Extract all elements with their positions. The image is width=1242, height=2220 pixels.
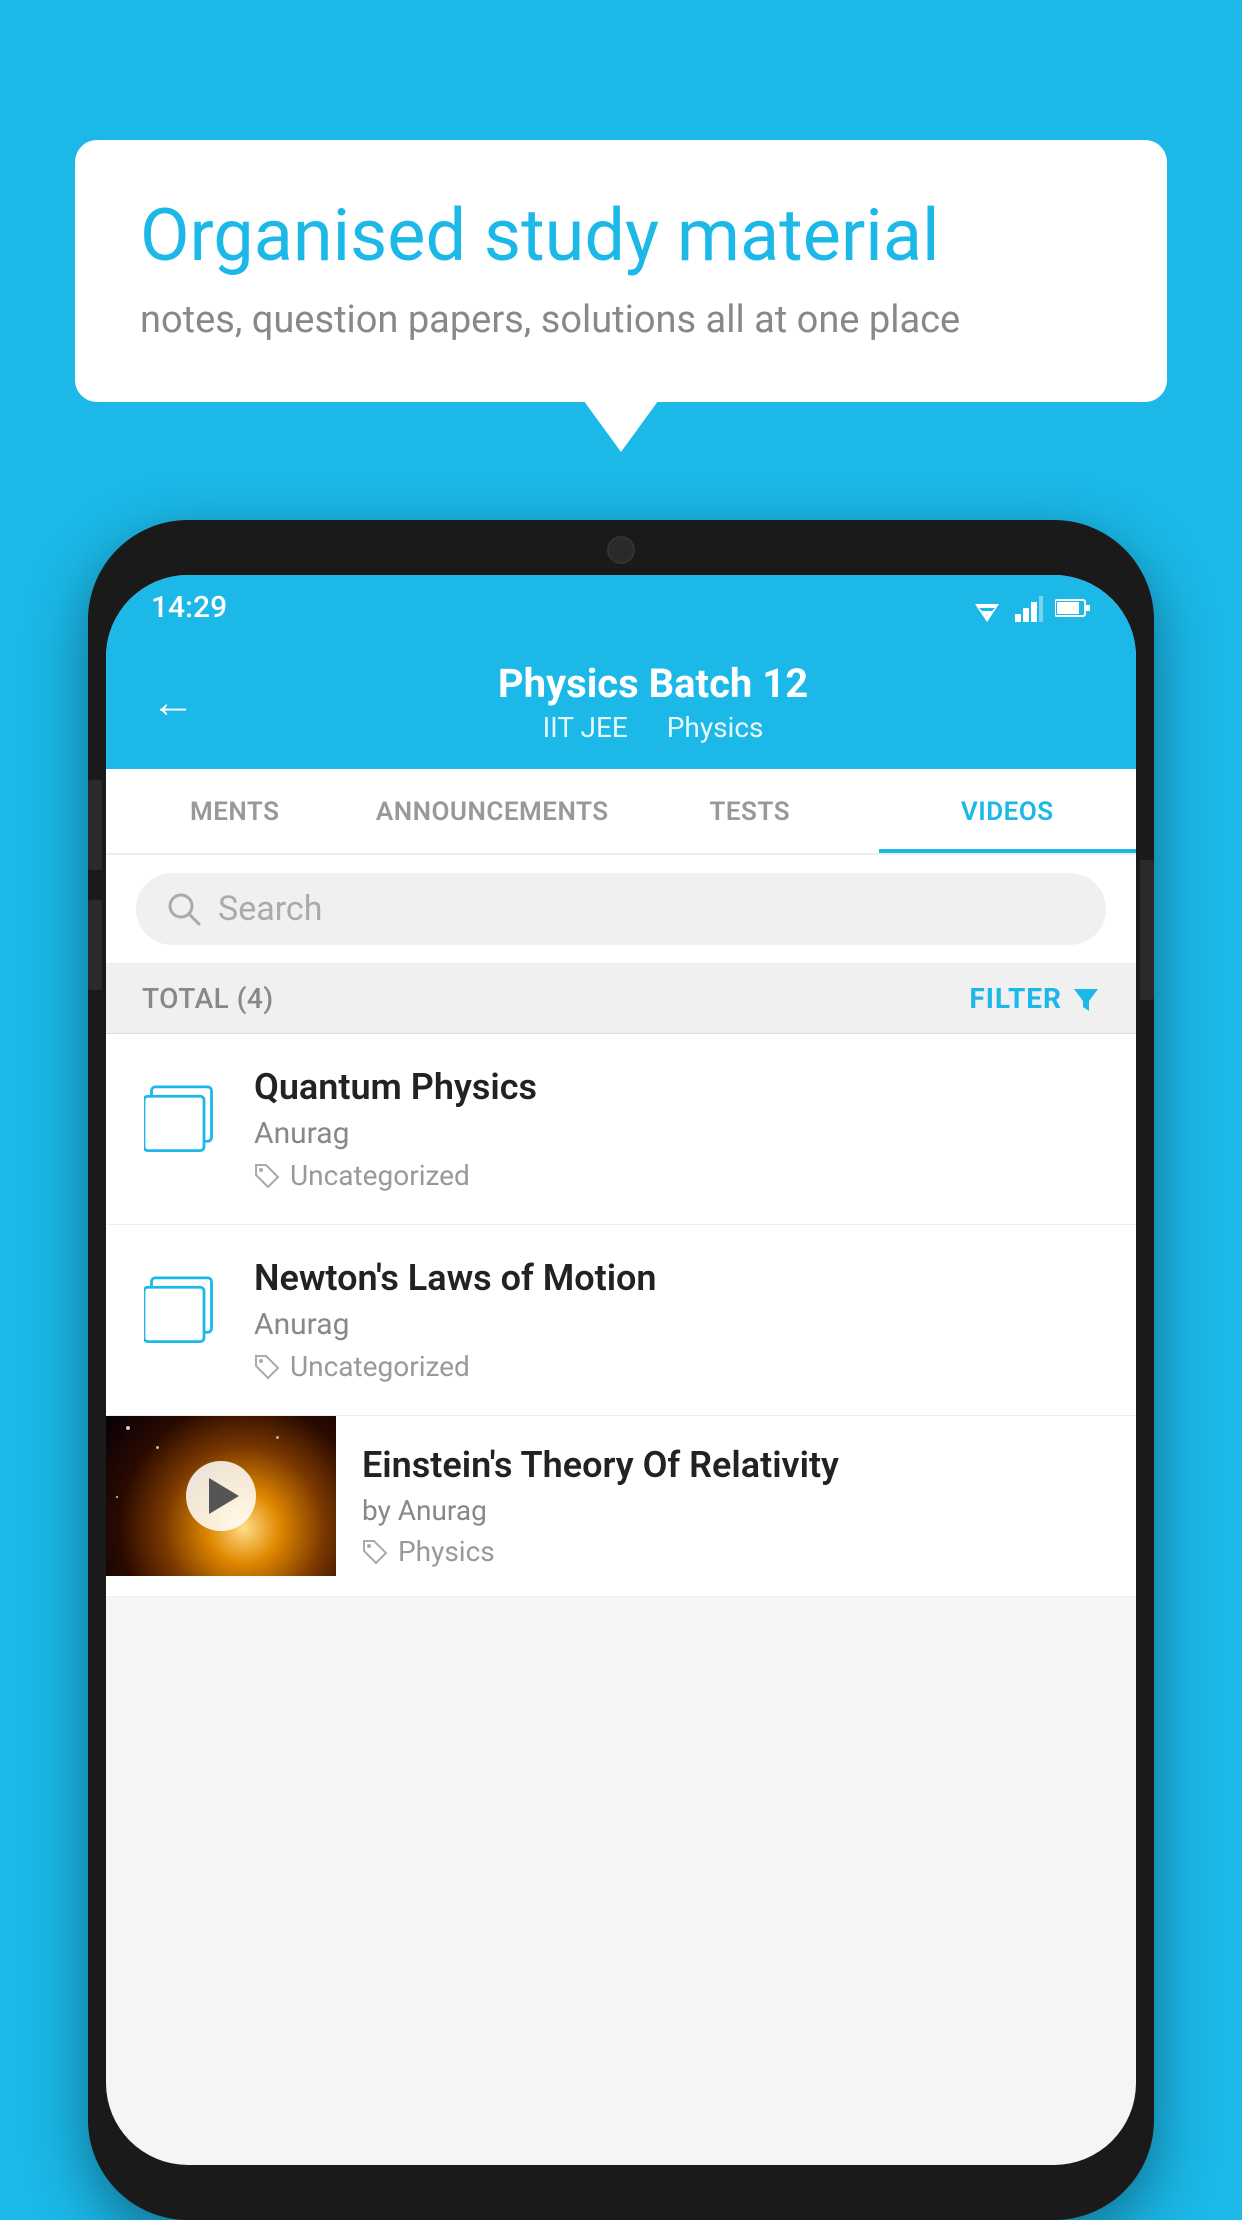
status-bar: 14:29 (106, 575, 1136, 640)
status-icons (971, 594, 1091, 622)
tag-icon-einstein (362, 1539, 388, 1565)
phone-screen: 14:29 (106, 575, 1136, 2165)
power-button (1140, 860, 1154, 1000)
header-title-area: Physics Batch 12 IIT JEE Physics (215, 660, 1091, 744)
video-tag-newton: Uncategorized (290, 1350, 470, 1383)
batch-title: Physics Batch 12 (215, 660, 1091, 707)
folder-icon-newton (136, 1261, 226, 1351)
folder-svg-quantum (144, 1075, 219, 1155)
wifi-icon (971, 594, 1003, 622)
speech-bubble: Organised study material notes, question… (75, 140, 1167, 402)
subtitle-physics: Physics (667, 711, 764, 744)
filter-funnel-icon (1072, 985, 1100, 1013)
tab-bar: MENTS ANNOUNCEMENTS TESTS VIDEOS (106, 769, 1136, 855)
tab-videos[interactable]: VIDEOS (879, 769, 1137, 853)
video-item-quantum-physics[interactable]: Quantum Physics Anurag Uncategorized (106, 1034, 1136, 1225)
phone-notch (511, 520, 731, 575)
filter-row: TOTAL (4) FILTER (106, 964, 1136, 1034)
video-tag-row-einstein: Physics (362, 1535, 1110, 1568)
volume-down-button (88, 900, 102, 990)
video-title-einstein: Einstein's Theory Of Relativity (362, 1444, 1110, 1486)
header-subtitle: IIT JEE Physics (215, 711, 1091, 744)
tab-tests[interactable]: TESTS (621, 769, 879, 853)
search-container: Search (106, 855, 1136, 964)
video-info-einstein: Einstein's Theory Of Relativity by Anura… (336, 1416, 1136, 1596)
einstein-thumbnail (106, 1416, 336, 1576)
app-header: ← Physics Batch 12 IIT JEE Physics (106, 640, 1136, 769)
folder-svg-newton (144, 1266, 219, 1346)
status-time: 14:29 (151, 590, 227, 625)
bubble-title: Organised study material (140, 195, 1102, 278)
tag-icon-newton (254, 1354, 280, 1380)
signal-icon (1015, 594, 1043, 622)
filter-button[interactable]: FILTER (969, 982, 1100, 1015)
play-triangle-icon (209, 1478, 239, 1514)
video-author-einstein: by Anurag (362, 1494, 1110, 1527)
tab-announcements[interactable]: ANNOUNCEMENTS (364, 769, 622, 853)
tag-icon-quantum (254, 1163, 280, 1189)
search-icon (166, 891, 202, 927)
video-tag-row-newton: Uncategorized (254, 1350, 1106, 1383)
video-list: Quantum Physics Anurag Uncategorized (106, 1034, 1136, 1597)
video-tag-quantum: Uncategorized (290, 1159, 470, 1192)
video-title-quantum: Quantum Physics (254, 1066, 1106, 1108)
video-info-newton: Newton's Laws of Motion Anurag Uncategor… (254, 1257, 1106, 1383)
filter-label: FILTER (969, 982, 1062, 1015)
search-placeholder: Search (218, 889, 322, 929)
video-author-newton: Anurag (254, 1307, 1106, 1342)
subtitle-iitjee: IIT JEE (543, 711, 628, 744)
volume-up-button (88, 780, 102, 870)
video-item-newtons-laws[interactable]: Newton's Laws of Motion Anurag Uncategor… (106, 1225, 1136, 1416)
phone-frame: 14:29 (88, 520, 1154, 2220)
folder-icon-quantum (136, 1070, 226, 1160)
battery-icon (1055, 598, 1091, 618)
total-count: TOTAL (4) (142, 982, 274, 1015)
bubble-subtitle: notes, question papers, solutions all at… (140, 298, 1102, 342)
video-info-quantum: Quantum Physics Anurag Uncategorized (254, 1066, 1106, 1192)
video-tag-einstein: Physics (398, 1535, 495, 1568)
video-title-newton: Newton's Laws of Motion (254, 1257, 1106, 1299)
search-bar[interactable]: Search (136, 873, 1106, 945)
back-button[interactable]: ← (151, 676, 195, 728)
tab-ments[interactable]: MENTS (106, 769, 364, 853)
video-author-quantum: Anurag (254, 1116, 1106, 1151)
play-button-einstein[interactable] (186, 1461, 256, 1531)
front-camera (607, 536, 635, 564)
video-item-einstein[interactable]: Einstein's Theory Of Relativity by Anura… (106, 1416, 1136, 1597)
video-tag-row-quantum: Uncategorized (254, 1159, 1106, 1192)
